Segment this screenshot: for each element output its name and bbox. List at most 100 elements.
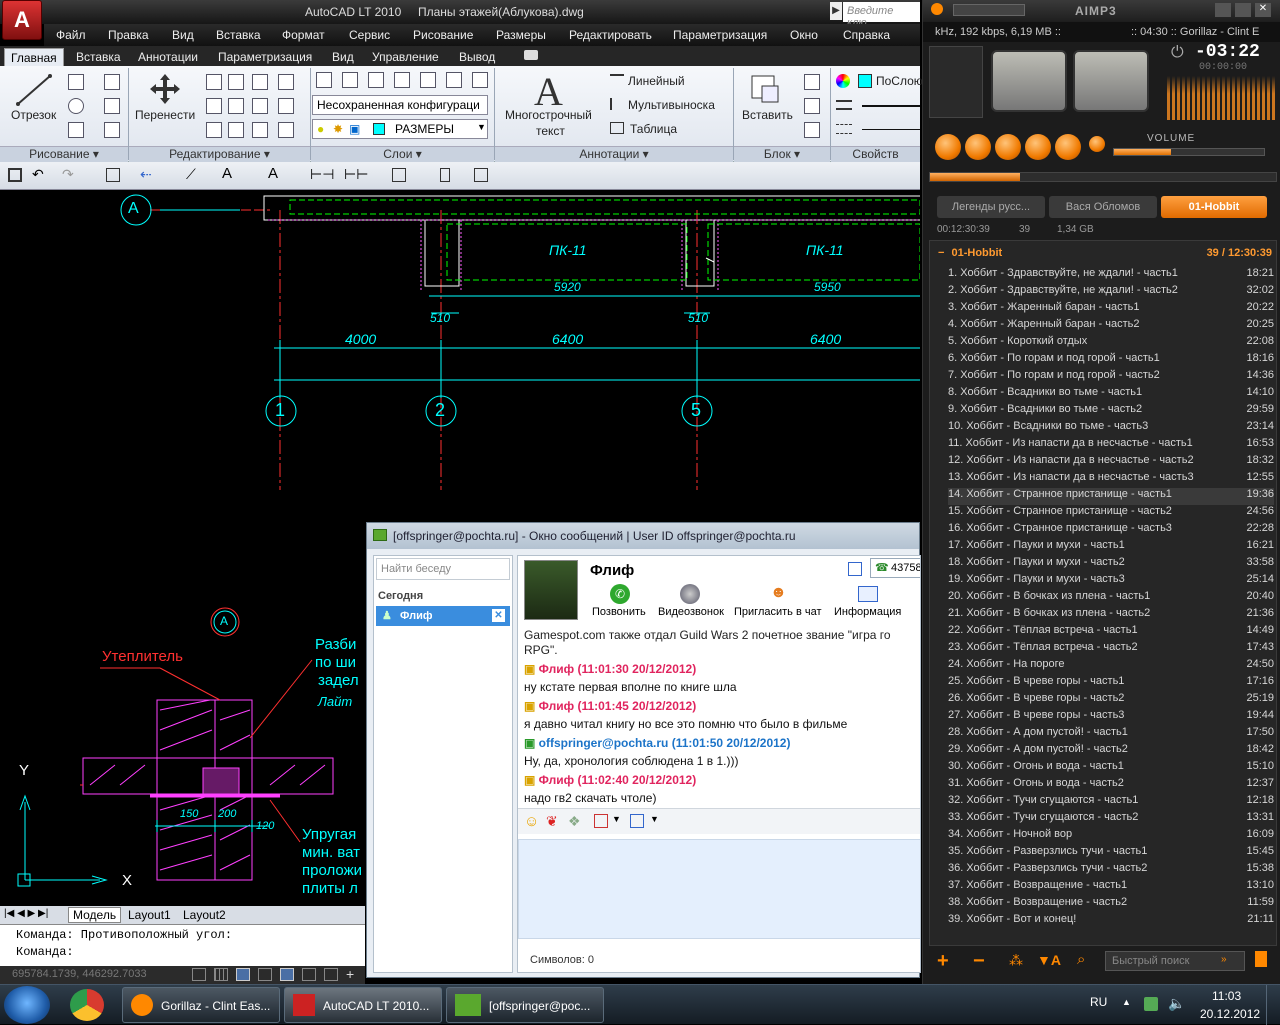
layer-properties-icon[interactable] [316,72,332,88]
track-item[interactable]: 25. Хоббит - В чреве горы - часть1 17:16 [948,675,1274,692]
text-edit-icon[interactable]: A [268,165,278,182]
linetype-icon[interactable] [836,124,852,134]
clock-date[interactable]: 20.12.2012 [1200,1007,1260,1021]
track-item[interactable]: 1. Хоббит - Здравствуйте, не ждали! - ча… [948,267,1274,284]
layer-off-icon[interactable] [446,72,462,88]
layer-state-icon[interactable] [342,72,358,88]
track-item[interactable]: 15. Хоббит - Странное пристанище - часть… [948,505,1274,522]
layer-lock-icon[interactable] [472,72,488,88]
multileader-button[interactable]: Мультивыноска [628,98,715,112]
track-item[interactable]: 34. Хоббит - Ночной вор 16:09 [948,828,1274,845]
tab-manage[interactable]: Управление [366,48,445,66]
track-item[interactable]: 13. Хоббит - Из напасти да в несчастье -… [948,471,1274,488]
file-send-icon[interactable] [630,814,644,828]
track-item[interactable]: 20. Хоббит - В бочках из плена - часть1 2… [948,590,1274,607]
seek-bar[interactable] [929,172,1277,182]
restore-icon[interactable] [1235,3,1251,17]
track-item[interactable]: 4. Хоббит - Жаренный баран - часть2 20:25 [948,318,1274,335]
block-panel-title[interactable]: Блок ▾ [734,146,830,162]
videocall-button[interactable]: Видеозвонок [656,584,726,624]
tab-layout2[interactable]: Layout2 [183,908,226,922]
taskbar-item-messenger[interactable]: [offspringer@poc... [446,987,604,1023]
eq-buttons-panel[interactable] [929,46,983,118]
linear-dimension-button[interactable]: Линейный [628,74,685,88]
playlist-tab-legends[interactable]: Легенды русс... [937,196,1045,218]
rotate-icon[interactable] [228,74,244,90]
track-item[interactable]: 28. Хоббит - А дом пустой! - часть1 17:50 [948,726,1274,743]
tab-model[interactable]: Модель [68,907,122,923]
track-item[interactable]: 5. Хоббит - Короткий отдых 22:08 [948,335,1274,352]
search-icon[interactable]: ⌕ [1077,951,1085,968]
move-button-label[interactable]: Перенести [135,108,195,122]
invite-button[interactable]: ☻ Пригласить в чат [734,584,830,624]
scale-icon[interactable] [228,122,244,138]
search-go-icon[interactable]: » [1221,954,1227,965]
time-display[interactable]: -03:22 [1195,42,1260,62]
modify-panel-title[interactable]: Редактирование ▾ [129,146,310,162]
track-item[interactable]: 7. Хоббит - По горам и под горой - часть… [948,369,1274,386]
conversation-search-input[interactable]: Найти беседу [376,558,510,580]
mirror-icon[interactable] [206,98,222,114]
ortho-icon[interactable] [236,968,250,981]
annotation-panel-title[interactable]: Аннотации ▾ [495,146,733,162]
show-desktop-button[interactable] [1266,985,1280,1025]
track-item[interactable]: 35. Хоббит - Разверзлись тучи - часть1 15… [948,845,1274,862]
tab-parametric[interactable]: Параметризация [212,48,318,66]
aimp-app-icon[interactable] [931,3,943,15]
rotate-small-icon[interactable] [104,74,120,90]
track-item[interactable]: 3. Хоббит - Жаренный баран - часть1 20:22 [948,301,1274,318]
offset-icon[interactable] [278,98,294,114]
tab-layout1[interactable]: Layout1 [128,908,171,922]
dim-linear-icon[interactable]: ⊢⊣ [310,166,334,183]
wink-icon[interactable]: ❦ [546,813,558,830]
track-item[interactable]: 2. Хоббит - Здравствуйте, не ждали! - ча… [948,284,1274,301]
track-item[interactable]: 33. Хоббит - Тучи сгущаются - часть2 13:3… [948,811,1274,828]
polar-icon[interactable] [258,968,272,981]
remove-icon[interactable]: − [973,950,985,973]
menu-insert[interactable]: Вставка [216,28,261,42]
layer-state-dropdown[interactable]: Несохраненная конфигураци [312,95,488,115]
tray-expand-icon[interactable]: ▲ [1122,997,1131,1007]
redo-icon[interactable]: ↷ [62,166,74,183]
snap-icon[interactable] [192,968,206,981]
save-icon[interactable] [8,168,22,182]
chamfer-icon[interactable] [278,122,294,138]
track-item[interactable]: 32. Хоббит - Тучи сгущаются - часть1 12:1… [948,794,1274,811]
move-icon[interactable] [148,72,182,106]
draw-panel-title[interactable]: Рисование ▾ [0,146,128,162]
track-item[interactable]: 18. Хоббит - Пауки и мухи - часть2 33:58 [948,556,1274,573]
tab-output[interactable]: Вывод [453,48,501,66]
line-button-label[interactable]: Отрезок [11,108,56,122]
minimize-icon[interactable] [1215,3,1231,17]
track-item[interactable]: 31. Хоббит - Огонь и вода - часть2 12:37 [948,777,1274,794]
layer-dropdown[interactable]: ● ✸ ▣ РАЗМЕРЫ ▼ [312,119,488,139]
menu-help[interactable]: Справка [843,28,890,42]
circle-icon[interactable] [68,98,84,114]
properties-icon[interactable] [474,168,488,182]
message-history[interactable]: Gamespot.com также отдал Guild Wars 2 по… [524,626,920,808]
menu-format[interactable]: Формат [282,28,325,42]
clock-time[interactable]: 11:03 [1212,989,1241,1003]
layer-match-icon[interactable] [368,72,384,88]
otrack-icon[interactable] [302,968,316,981]
menu-modify[interactable]: Редактировать [569,28,652,42]
sort-icon[interactable]: ▼A [1037,952,1061,968]
layer-freeze-icon[interactable] [420,72,436,88]
volume-icon[interactable]: 🔈 [1168,995,1185,1012]
rectangle-icon[interactable] [104,98,120,114]
chevron-down-icon[interactable]: ▼ [612,814,621,824]
tab-annotate[interactable]: Аннотации [132,48,204,66]
array-icon[interactable] [252,122,268,138]
track-item[interactable]: 14. Хоббит - Странное пристанище - часть… [948,488,1274,505]
add-icon[interactable]: + [937,950,949,973]
track-item[interactable]: 26. Хоббит - В чреве горы - часть2 25:19 [948,692,1274,709]
close-icon[interactable]: ✕ [1255,3,1271,17]
track-item[interactable]: 22. Хоббит - Тёплая встреча - часть1 14:4… [948,624,1274,641]
lineweight-toggle-icon[interactable]: + [346,966,354,982]
track-item[interactable]: 21. Хоббит - В бочках из плена - часть2 2… [948,607,1274,624]
table-button[interactable]: Таблица [630,122,677,136]
taskbar-item-aimp[interactable]: Gorillaz - Clint Eas... [122,987,280,1023]
volume-slider[interactable] [1113,148,1265,156]
conversation-item-flif[interactable]: ♟ Флиф ✕ [376,606,510,626]
power-icon[interactable]: ⏻ [1171,44,1184,62]
